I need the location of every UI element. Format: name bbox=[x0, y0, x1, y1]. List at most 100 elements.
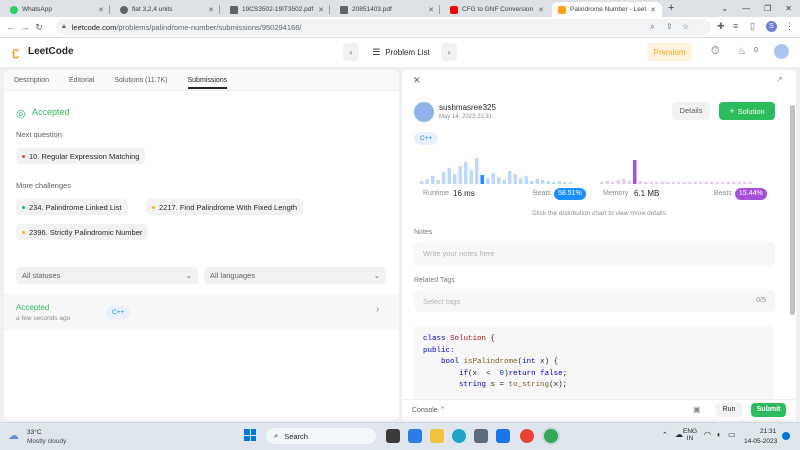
browser-tab-active[interactable]: Palindrome Number - Leetc ✕ bbox=[552, 2, 662, 17]
close-icon[interactable]: ✕ bbox=[650, 6, 656, 14]
prev-problem-button[interactable]: ‹ bbox=[343, 43, 359, 61]
mail-icon[interactable] bbox=[496, 429, 510, 443]
minimize-icon[interactable]: — bbox=[742, 4, 750, 13]
maximize-icon[interactable]: ❐ bbox=[764, 4, 771, 13]
profile-avatar[interactable]: S bbox=[766, 21, 777, 32]
memory-bar bbox=[682, 182, 686, 184]
close-icon[interactable]: ✕ bbox=[318, 6, 324, 14]
browser-tab[interactable]: CFG to GNF Conversion (Re ✕ bbox=[444, 2, 550, 17]
store-icon[interactable] bbox=[474, 429, 488, 443]
notes-input[interactable]: Write your notes here bbox=[414, 242, 775, 266]
tab-editorial[interactable]: Editorial bbox=[69, 77, 94, 84]
runtime-beats-label: Beats bbox=[533, 190, 551, 197]
leetcode-favicon bbox=[558, 5, 566, 14]
clipboard-icon[interactable]: ▣ bbox=[693, 405, 701, 414]
tags-select[interactable]: Select tags 0/5 bbox=[414, 290, 775, 312]
close-icon[interactable]: ✕ bbox=[428, 6, 434, 14]
memory-bar bbox=[622, 179, 626, 184]
runtime-bar bbox=[563, 182, 567, 184]
runtime-bar bbox=[491, 173, 495, 184]
windows-start-icon[interactable] bbox=[244, 429, 256, 441]
tab-title: CFG to GNF Conversion (Re bbox=[462, 6, 534, 13]
share-icon[interactable]: ⇪ bbox=[666, 22, 673, 31]
tab-submissions[interactable]: Submissions bbox=[187, 77, 228, 89]
add-solution-button[interactable]: + Solution bbox=[719, 102, 775, 120]
browser-tab[interactable]: 20851403.pdf ✕ bbox=[334, 2, 440, 17]
console-toggle[interactable]: Console ⌃ bbox=[412, 406, 446, 414]
open-new-icon[interactable]: ↗ bbox=[776, 75, 783, 84]
runtime-bar bbox=[513, 174, 517, 184]
streak-flame-icon[interactable]: ♨ bbox=[738, 46, 746, 57]
language-filter[interactable]: All languages ⌄ bbox=[204, 267, 386, 284]
task-view-icon[interactable] bbox=[386, 429, 400, 443]
clock[interactable]: 21:31 bbox=[760, 428, 776, 435]
user-avatar[interactable] bbox=[774, 44, 789, 59]
weather-desc[interactable]: Mostly cloudy bbox=[27, 438, 66, 445]
search-icon[interactable]: ⌕ bbox=[650, 22, 654, 32]
next-problem-button[interactable]: › bbox=[441, 43, 457, 61]
details-button[interactable]: Details bbox=[672, 102, 710, 120]
notification-icon[interactable] bbox=[782, 432, 790, 440]
problem-list-button[interactable]: ☰ Problem List bbox=[366, 43, 436, 61]
teams-icon[interactable] bbox=[408, 429, 422, 443]
tab-search-icon[interactable]: ⌄ bbox=[721, 4, 728, 13]
username[interactable]: sushmasree325 bbox=[439, 103, 496, 112]
chrome-icon[interactable] bbox=[520, 429, 534, 443]
runtime-bar bbox=[530, 181, 534, 184]
media-icon[interactable]: ≡ bbox=[733, 21, 738, 31]
submit-button[interactable]: Submit bbox=[751, 403, 786, 417]
sidebar-icon[interactable]: ▯ bbox=[750, 21, 755, 32]
challenge-chip[interactable]: 234. Palindrome Linked List bbox=[16, 199, 128, 215]
back-icon[interactable]: ← bbox=[4, 22, 18, 32]
clock-date: 14-05-2023 bbox=[744, 438, 778, 445]
cloud-tray-icon[interactable]: ☁ bbox=[675, 430, 683, 439]
close-window-icon[interactable]: ✕ bbox=[785, 4, 792, 13]
runtime-distribution-chart[interactable] bbox=[420, 154, 590, 186]
menu-icon[interactable]: ⋮ bbox=[785, 21, 794, 32]
new-tab-button[interactable]: + bbox=[668, 2, 674, 14]
close-icon[interactable]: ✕ bbox=[208, 6, 214, 14]
forward-icon[interactable]: → bbox=[18, 22, 32, 32]
browser-tab[interactable]: WhatsApp ✕ bbox=[4, 2, 110, 17]
url-bar[interactable]: 🔒︎ leetcode.com/problems/palindrome-numb… bbox=[56, 19, 711, 35]
tags-placeholder: Select tags bbox=[423, 297, 461, 306]
language-indicator[interactable]: ENG IN bbox=[683, 428, 697, 442]
extensions-icon[interactable]: ✚ bbox=[717, 21, 725, 32]
reload-icon[interactable]: ↻ bbox=[32, 22, 46, 33]
wifi-icon[interactable]: ◠ bbox=[704, 430, 711, 439]
chrome-active-icon[interactable] bbox=[544, 429, 558, 443]
tab-description[interactable]: Description bbox=[14, 77, 49, 84]
close-icon[interactable]: ✕ bbox=[538, 6, 544, 14]
memory-distribution-chart[interactable] bbox=[600, 154, 770, 186]
memory-bar bbox=[715, 182, 719, 184]
next-question-chip[interactable]: 10. Regular Expression Matching bbox=[16, 148, 146, 164]
leetcode-logo[interactable]: ʗ LeetCode bbox=[12, 45, 74, 58]
edge-icon[interactable] bbox=[452, 429, 466, 443]
volume-icon[interactable]: ◖ bbox=[716, 430, 721, 439]
language-badge: C++ bbox=[414, 132, 439, 145]
battery-icon[interactable]: ▭ bbox=[728, 430, 736, 439]
panel-scrollbar[interactable] bbox=[790, 105, 795, 315]
tab-title: flat 3,2,4 units bbox=[132, 6, 173, 13]
memory-bar bbox=[611, 182, 615, 184]
premium-button[interactable]: Premium bbox=[647, 43, 692, 61]
taskbar-search[interactable]: ⌕ Search bbox=[266, 428, 376, 444]
status-filter[interactable]: All statuses ⌄ bbox=[16, 267, 198, 284]
challenge-chip[interactable]: 2217. Find Palindrome With Fixed Length bbox=[146, 199, 303, 215]
submission-row[interactable]: Accepted a few seconds ago C++ › bbox=[4, 294, 399, 330]
close-icon[interactable]: ✕ bbox=[98, 6, 104, 14]
close-icon[interactable]: ✕ bbox=[413, 75, 421, 86]
bookmark-star-icon[interactable]: ☆ bbox=[682, 22, 689, 31]
more-challenges-label: More challenges bbox=[16, 181, 72, 190]
memory-bar bbox=[743, 182, 747, 184]
weather-temp[interactable]: 33°C bbox=[27, 429, 42, 436]
tab-solutions[interactable]: Solutions (11.7K) bbox=[114, 77, 167, 84]
file-explorer-icon[interactable] bbox=[430, 429, 444, 443]
challenge-chip[interactable]: 2396. Strictly Palindromic Number bbox=[16, 224, 149, 240]
tray-chevron-icon[interactable]: ⌃ bbox=[662, 431, 668, 439]
browser-tab[interactable]: 19CS3502-19IT3502.pdf ✕ bbox=[224, 2, 330, 17]
browser-tab[interactable]: flat 3,2,4 units ✕ bbox=[114, 2, 220, 17]
run-button[interactable]: Run bbox=[715, 403, 743, 417]
timer-icon[interactable]: ⏱ bbox=[711, 45, 720, 58]
check-circle-icon: ◎ bbox=[16, 108, 26, 120]
